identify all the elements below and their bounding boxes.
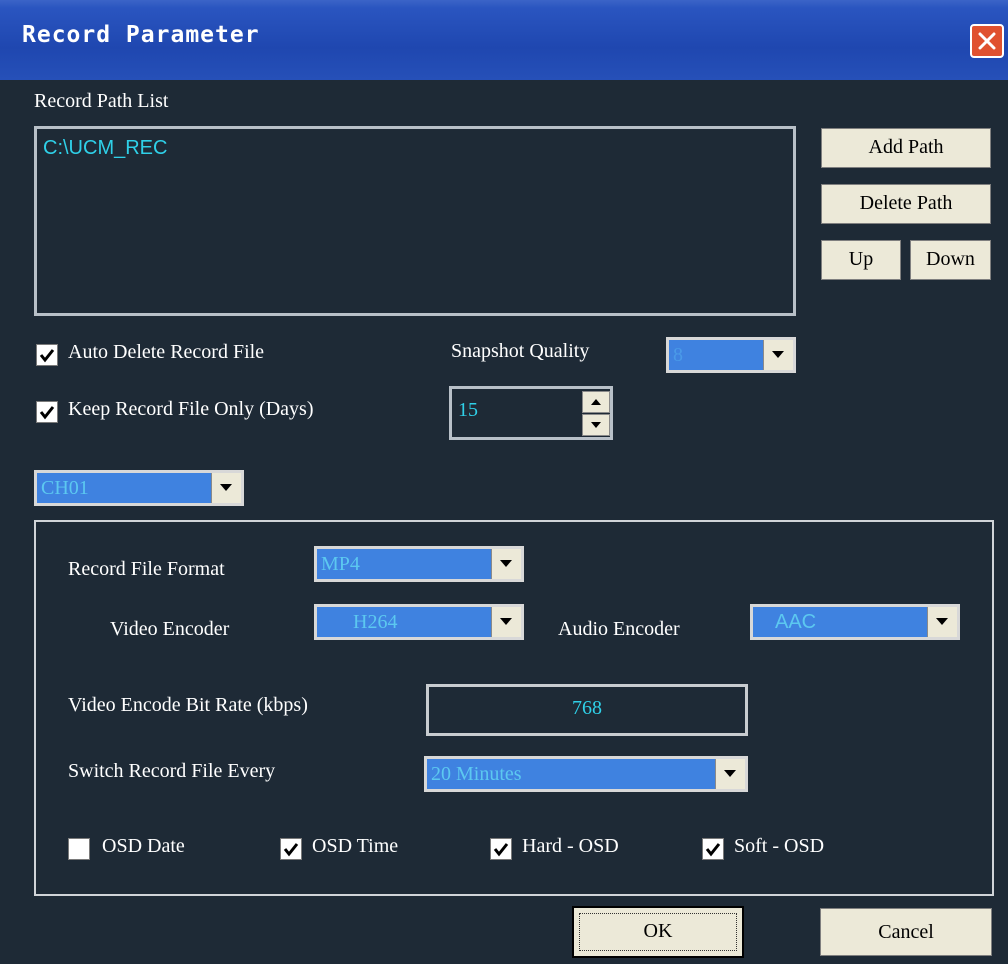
- audio-encoder-value: AAC: [775, 611, 817, 633]
- arrow-up-icon: [591, 399, 601, 405]
- chevron-down-icon: [936, 618, 948, 625]
- dropdown-arrow[interactable]: [763, 340, 793, 370]
- keep-days-value[interactable]: 15: [458, 399, 478, 422]
- up-button[interactable]: Up: [821, 240, 901, 280]
- channel-select[interactable]: CH01: [34, 470, 244, 506]
- osd-time-checkbox[interactable]: [280, 838, 302, 860]
- switch-file-label: Switch Record File Every: [68, 760, 276, 782]
- osd-date-checkbox[interactable]: [68, 838, 90, 860]
- hard-osd-label: Hard - OSD: [522, 835, 619, 857]
- audio-encoder-select[interactable]: AAC: [750, 604, 960, 640]
- keep-days-checkbox[interactable]: [36, 401, 58, 423]
- close-button[interactable]: [970, 24, 1004, 58]
- switch-interval-select[interactable]: 20 Minutes: [424, 756, 748, 792]
- channel-value: CH01: [41, 477, 89, 499]
- up-label: Up: [848, 248, 874, 270]
- soft-osd-checkbox[interactable]: [702, 838, 724, 860]
- close-icon: [978, 32, 996, 50]
- video-encoder-label: Video Encoder: [110, 618, 230, 640]
- checkmark-icon: [493, 843, 509, 857]
- path-list-label: Record Path List: [34, 90, 169, 112]
- video-encoder-select[interactable]: H264: [314, 604, 524, 640]
- cancel-button[interactable]: Cancel: [820, 908, 992, 956]
- chevron-down-icon: [724, 770, 736, 777]
- checkmark-icon: [705, 843, 721, 857]
- dropdown-arrow[interactable]: [211, 473, 241, 503]
- keep-days-label: Keep Record File Only (Days): [68, 398, 314, 420]
- window-title: Record Parameter: [22, 22, 260, 48]
- switch-interval-value: 20 Minutes: [431, 763, 522, 785]
- auto-delete-label: Auto Delete Record File: [68, 341, 265, 363]
- snapshot-quality-select[interactable]: 8: [666, 337, 796, 373]
- checkmark-icon: [283, 843, 299, 857]
- osd-time-label: OSD Time: [312, 835, 399, 857]
- dropdown-arrow[interactable]: [491, 549, 521, 579]
- bitrate-label: Video Encode Bit Rate (kbps): [68, 694, 308, 716]
- path-list-item[interactable]: C:\UCM_REC: [43, 137, 167, 160]
- add-path-button[interactable]: Add Path: [821, 128, 991, 168]
- title-bar[interactable]: Record Parameter: [0, 0, 1008, 80]
- hard-osd-checkbox[interactable]: [490, 838, 512, 860]
- spin-down-button[interactable]: [582, 414, 610, 436]
- chevron-down-icon: [772, 351, 784, 358]
- chevron-down-icon: [500, 618, 512, 625]
- chevron-down-icon: [220, 484, 232, 491]
- chevron-down-icon: [500, 560, 512, 567]
- snapshot-quality-label: Snapshot Quality: [451, 340, 590, 362]
- dropdown-arrow[interactable]: [491, 607, 521, 637]
- down-button[interactable]: Down: [910, 240, 991, 280]
- file-format-label: Record File Format: [68, 558, 225, 580]
- delete-path-button[interactable]: Delete Path: [821, 184, 991, 224]
- file-format-select[interactable]: MP4: [314, 546, 524, 582]
- osd-date-label: OSD Date: [102, 835, 185, 857]
- delete-path-label: Delete Path: [859, 192, 953, 214]
- spin-up-button[interactable]: [582, 391, 610, 413]
- checkmark-icon: [39, 349, 55, 363]
- bitrate-value[interactable]: 768: [429, 697, 745, 720]
- dropdown-arrow[interactable]: [715, 759, 745, 789]
- snapshot-quality-value: 8: [673, 344, 683, 366]
- soft-osd-label: Soft - OSD: [734, 835, 825, 857]
- keep-days-spinner[interactable]: 15: [449, 386, 613, 440]
- dropdown-arrow[interactable]: [927, 607, 957, 637]
- ok-button[interactable]: OK: [572, 906, 744, 958]
- down-label: Down: [926, 248, 975, 270]
- record-parameter-dialog: Record Parameter Record Path List C:\UCM…: [0, 0, 1008, 964]
- checkmark-icon: [39, 406, 55, 420]
- cancel-label: Cancel: [878, 921, 934, 943]
- bitrate-input[interactable]: 768: [426, 684, 748, 736]
- audio-encoder-label: Audio Encoder: [558, 618, 680, 640]
- add-path-label: Add Path: [868, 136, 944, 158]
- record-path-list[interactable]: C:\UCM_REC: [34, 126, 796, 316]
- arrow-down-icon: [591, 422, 601, 428]
- file-format-value: MP4: [321, 553, 360, 575]
- auto-delete-checkbox[interactable]: [36, 344, 58, 366]
- video-encoder-value: H264: [353, 611, 398, 633]
